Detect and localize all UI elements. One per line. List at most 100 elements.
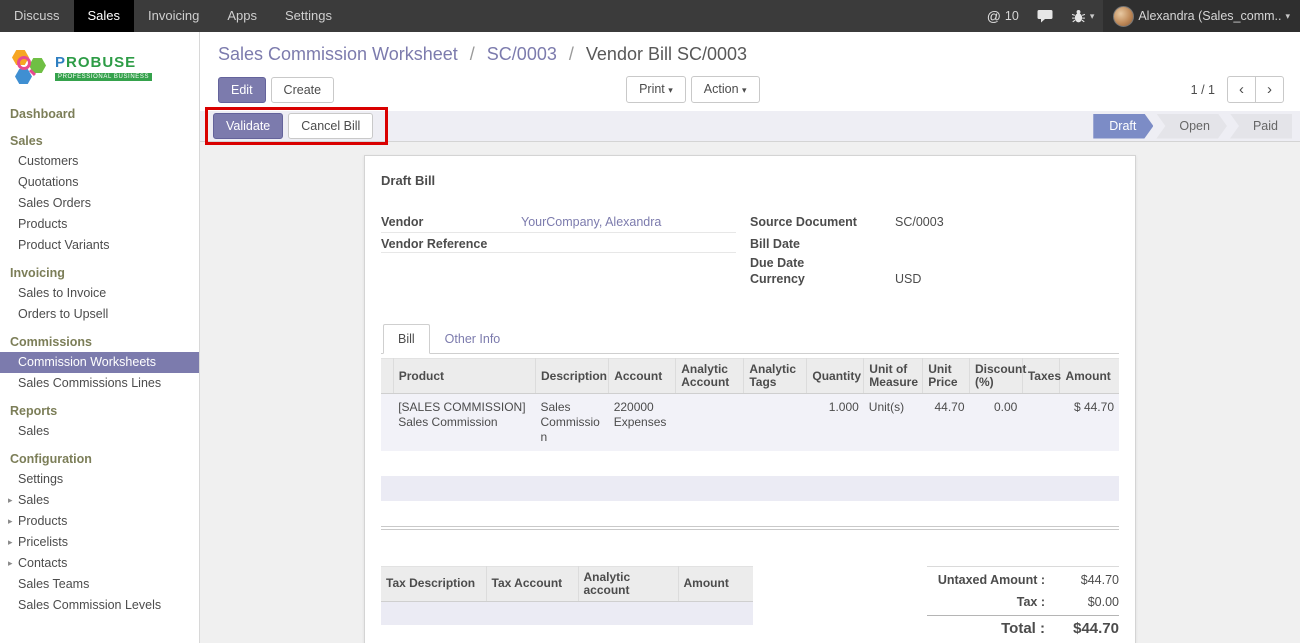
vendor-value[interactable]: YourCompany, Alexandra bbox=[521, 215, 736, 229]
messages-button[interactable] bbox=[1028, 0, 1062, 32]
total-row: Total : $44.70 bbox=[927, 615, 1119, 641]
print-dropdown[interactable]: Print ▾ bbox=[626, 76, 686, 103]
company-logo[interactable]: PROBUSE PROFESSIONAL BUSINESS bbox=[0, 32, 199, 104]
sidebar-item-config-sales[interactable]: ▸ Sales bbox=[0, 490, 199, 511]
untaxed-amount-label: Untaxed Amount : bbox=[927, 573, 1057, 587]
statusbar: Validate Cancel Bill Draft Open Paid bbox=[200, 111, 1300, 142]
tab-other-info[interactable]: Other Info bbox=[430, 324, 516, 354]
field-currency: Currency USD bbox=[750, 271, 1119, 290]
mentions-button[interactable]: @ 10 bbox=[978, 0, 1028, 32]
mention-count: 10 bbox=[1005, 9, 1019, 23]
col-unit-price: Unit Price bbox=[923, 359, 970, 394]
sidebar-item-product-variants[interactable]: Product Variants bbox=[0, 235, 199, 256]
caret-right-icon: ▸ bbox=[8, 514, 16, 529]
breadcrumb-worksheet-list[interactable]: Sales Commission Worksheet bbox=[218, 44, 458, 64]
tax-row: Tax : $0.00 bbox=[927, 591, 1119, 613]
caret-right-icon: ▸ bbox=[8, 556, 16, 571]
logo-subtitle: PROFESSIONAL BUSINESS bbox=[55, 73, 152, 81]
secondary-menu: Dashboard Sales Customers Quotations Sal… bbox=[0, 104, 199, 616]
sidebar-section-invoicing[interactable]: Invoicing bbox=[0, 263, 199, 283]
breadcrumb: Sales Commission Worksheet / SC/0003 / V… bbox=[218, 44, 1300, 65]
validate-button[interactable]: Validate bbox=[213, 113, 283, 139]
sidebar-section-configuration[interactable]: Configuration bbox=[0, 449, 199, 469]
sidebar-item-label: Products bbox=[18, 514, 67, 529]
menu-sales[interactable]: Sales bbox=[74, 0, 135, 32]
form-view: Draft Bill Vendor YourCompany, Alexandra… bbox=[200, 142, 1300, 643]
pager-value: 1 / 1 bbox=[1191, 83, 1215, 97]
lines-header-row: Product Description Account Analytic Acc… bbox=[381, 359, 1119, 394]
menu-apps[interactable]: Apps bbox=[213, 0, 271, 32]
col-unit-of-measure: Unit of Measure bbox=[864, 359, 923, 394]
status-steps: Draft Open Paid bbox=[1093, 114, 1292, 139]
sidebar-item-sales-commission-levels[interactable]: Sales Commission Levels bbox=[0, 595, 199, 616]
edit-button[interactable]: Edit bbox=[218, 77, 266, 103]
sidebar-item-sales-orders[interactable]: Sales Orders bbox=[0, 193, 199, 214]
sidebar-item-config-pricelists[interactable]: ▸ Pricelists bbox=[0, 532, 199, 553]
tax-value: $0.00 bbox=[1057, 595, 1119, 609]
user-menu[interactable]: Alexandra (Sales_comm.. ▾ bbox=[1103, 0, 1300, 32]
pager-previous-button[interactable]: ‹ bbox=[1227, 76, 1256, 103]
cell-analytic-account bbox=[676, 394, 744, 452]
state-paid: Paid bbox=[1230, 114, 1292, 139]
cell-quantity: 1.000 bbox=[807, 394, 864, 452]
app-menu: Discuss Sales Invoicing Apps Settings bbox=[0, 0, 346, 32]
sidebar-item-customers[interactable]: Customers bbox=[0, 151, 199, 172]
sidebar-item-products[interactable]: Products bbox=[0, 214, 199, 235]
sidebar-section-commissions[interactable]: Commissions bbox=[0, 332, 199, 352]
state-draft: Draft bbox=[1093, 114, 1153, 139]
sidebar-item-reports-sales[interactable]: Sales bbox=[0, 421, 199, 442]
due-date-label: Due Date bbox=[750, 256, 895, 270]
tab-bill[interactable]: Bill bbox=[383, 324, 430, 354]
bill-date-value bbox=[895, 234, 1119, 248]
avatar bbox=[1113, 6, 1134, 27]
sidebar-section-reports[interactable]: Reports bbox=[0, 401, 199, 421]
cell-uom: Unit(s) bbox=[864, 394, 923, 452]
col-tax-amount: Amount bbox=[678, 566, 753, 601]
due-date-value bbox=[895, 253, 1119, 267]
sidebar-item-config-contacts[interactable]: ▸ Contacts bbox=[0, 553, 199, 574]
menu-settings[interactable]: Settings bbox=[271, 0, 346, 32]
debug-menu-button[interactable]: ▾ bbox=[1062, 0, 1104, 32]
annotation-box: Validate Cancel Bill bbox=[205, 107, 388, 145]
pager-next-button[interactable]: › bbox=[1255, 76, 1284, 103]
field-groups: Vendor YourCompany, Alexandra Vendor Ref… bbox=[381, 214, 1119, 290]
user-name: Alexandra (Sales_comm.. bbox=[1138, 9, 1281, 23]
tax-header-row: Tax Description Tax Account Analytic acc… bbox=[381, 566, 753, 601]
sidebar-item-sales-commissions-lines[interactable]: Sales Commissions Lines bbox=[0, 373, 199, 394]
state-open: Open bbox=[1156, 114, 1227, 139]
cell-taxes bbox=[1022, 394, 1060, 452]
sidebar-item-config-settings[interactable]: Settings bbox=[0, 469, 199, 490]
cell-description: Sales Commission bbox=[536, 394, 609, 452]
logo-hexagons-icon bbox=[10, 48, 48, 86]
sidebar-item-orders-to-upsell[interactable]: Orders to Upsell bbox=[0, 304, 199, 325]
sidebar-item-sales-to-invoice[interactable]: Sales to Invoice bbox=[0, 283, 199, 304]
col-tax-account: Tax Account bbox=[486, 566, 578, 601]
sidebar-item-config-products[interactable]: ▸ Products bbox=[0, 511, 199, 532]
menu-discuss[interactable]: Discuss bbox=[0, 0, 74, 32]
sidebar-item-commission-worksheets[interactable]: Commission Worksheets bbox=[0, 352, 199, 373]
breadcrumb-current: Vendor Bill SC/0003 bbox=[586, 44, 747, 64]
menu-invoicing[interactable]: Invoicing bbox=[134, 0, 213, 32]
sidebar-section-sales[interactable]: Sales bbox=[0, 131, 199, 151]
field-vendor: Vendor YourCompany, Alexandra bbox=[381, 214, 736, 233]
col-tax-analytic-account: Analytic account bbox=[578, 566, 678, 601]
col-product: Product bbox=[393, 359, 535, 394]
cell-analytic-tags bbox=[744, 394, 807, 452]
col-handle bbox=[381, 359, 393, 394]
sidebar-item-sales-teams[interactable]: Sales Teams bbox=[0, 574, 199, 595]
cancel-bill-button[interactable]: Cancel Bill bbox=[288, 113, 373, 139]
action-dropdown[interactable]: Action ▾ bbox=[691, 76, 760, 103]
col-taxes: Taxes bbox=[1022, 359, 1060, 394]
tax-lines-table: Tax Description Tax Account Analytic acc… bbox=[381, 566, 753, 643]
empty-line-row bbox=[381, 501, 1119, 526]
field-due-date: Due Date bbox=[750, 252, 1119, 271]
sidebar-section-dashboard[interactable]: Dashboard bbox=[0, 104, 199, 124]
breadcrumb-worksheet-record[interactable]: SC/0003 bbox=[487, 44, 557, 64]
sidebar-item-quotations[interactable]: Quotations bbox=[0, 172, 199, 193]
create-button[interactable]: Create bbox=[271, 77, 335, 103]
vendor-reference-label: Vendor Reference bbox=[381, 237, 521, 251]
mention-icon: @ bbox=[987, 8, 1001, 24]
magnifier-icon bbox=[17, 56, 31, 70]
notebook: Bill Other Info bbox=[381, 324, 1119, 643]
invoice-line-row[interactable]: [SALES COMMISSION] Sales Commission Sale… bbox=[381, 394, 1119, 452]
